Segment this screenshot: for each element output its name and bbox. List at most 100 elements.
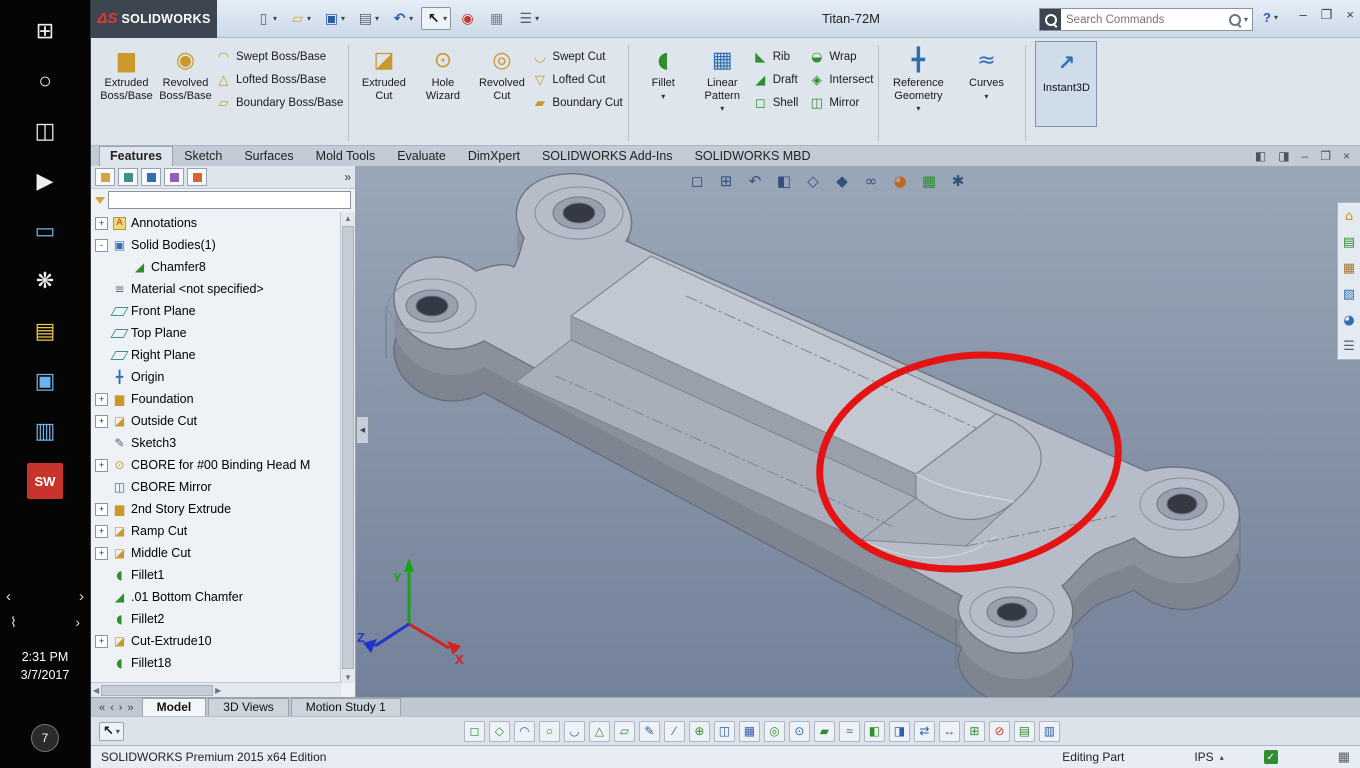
- ribbon-small-button[interactable]: Lofted Cut: [531, 72, 622, 88]
- view-toolbar-icon[interactable]: [717, 172, 735, 190]
- tab-nav-arrow-icon[interactable]: «: [99, 702, 105, 714]
- tree-item[interactable]: Right Plane: [95, 344, 341, 366]
- tree-item[interactable]: + Outside Cut: [95, 410, 341, 432]
- document-control-icon[interactable]: ×: [1343, 149, 1350, 163]
- search-icon[interactable]: [1228, 13, 1241, 26]
- tree-item[interactable]: .01 Bottom Chamfer: [95, 586, 341, 608]
- wifi-icon[interactable]: ⌇: [10, 614, 17, 631]
- tree-item[interactable]: - Solid Bodies(1): [95, 234, 341, 256]
- bottom-toolbar-icon[interactable]: ○: [538, 720, 560, 742]
- ribbon-small-button[interactable]: Swept Boss/Base: [215, 49, 343, 65]
- bottom-toolbar-icon[interactable]: ▱: [613, 720, 635, 742]
- ribbon-small-button[interactable]: Lofted Boss/Base: [215, 72, 343, 88]
- expand-toggle[interactable]: +: [95, 546, 108, 560]
- tab-nav-arrow-icon[interactable]: »: [127, 702, 133, 714]
- document-control-icon[interactable]: –: [1302, 149, 1309, 163]
- minimize-button[interactable]: –: [1300, 7, 1307, 23]
- tree-item[interactable]: Material <not specified>: [95, 278, 341, 300]
- tree-item[interactable]: + Annotations: [95, 212, 341, 234]
- bottom-toolbar-icon[interactable]: ∕: [663, 720, 685, 742]
- view-toolbar-icon[interactable]: [746, 172, 764, 190]
- tree-item[interactable]: + Ramp Cut: [95, 520, 341, 542]
- part-model[interactable]: Y X Z: [356, 166, 1360, 697]
- bottom-toolbar-icon[interactable]: ◇: [488, 720, 510, 742]
- dropdown-caret-icon[interactable]: ▾: [535, 14, 539, 23]
- dropdown-caret-icon[interactable]: ▾: [661, 92, 665, 101]
- tree-item[interactable]: + CBORE for #00 Binding Head M: [95, 454, 341, 476]
- task-pane-icon[interactable]: [1341, 338, 1357, 354]
- toolbar-button[interactable]: ▾: [421, 7, 452, 30]
- ribbon-small-button[interactable]: Intersect: [808, 72, 873, 88]
- dropdown-caret-icon[interactable]: ▾: [916, 104, 920, 113]
- ribbon-large-button[interactable]: Extruded Cut: [354, 41, 413, 145]
- document-tab[interactable]: 3D Views: [208, 698, 289, 716]
- toolbar-button[interactable]: ▾: [251, 7, 281, 30]
- select-tool-button[interactable]: ▾: [99, 721, 124, 741]
- ribbon-tab[interactable]: Evaluate: [386, 146, 457, 166]
- taskbar-app-icon[interactable]: ◫: [0, 106, 90, 156]
- tree-item[interactable]: Fillet18: [95, 652, 341, 674]
- scroll-right-icon[interactable]: ▶: [215, 684, 221, 696]
- document-control-icon[interactable]: ◨: [1278, 149, 1289, 163]
- expand-toggle[interactable]: +: [95, 634, 108, 648]
- ribbon-large-button[interactable]: Hole Wizard: [413, 41, 472, 145]
- ribbon-large-button[interactable]: Reference Geometry ▾: [884, 41, 952, 145]
- ribbon-small-button[interactable]: Rib: [752, 49, 799, 65]
- ribbon-small-button[interactable]: Shell: [752, 95, 799, 111]
- taskbar-clock[interactable]: 2:31 PM 3/7/2017: [0, 648, 90, 684]
- scroll-right-icon[interactable]: ›: [79, 588, 84, 605]
- taskbar-app-icon[interactable]: ▶: [0, 156, 90, 206]
- bottom-toolbar-icon[interactable]: ◨: [888, 720, 910, 742]
- expand-toggle[interactable]: +: [95, 502, 108, 516]
- bottom-toolbar-icon[interactable]: ⇄: [913, 720, 935, 742]
- toolbar-button[interactable]: ▾: [387, 7, 417, 30]
- taskbar-app-icon[interactable]: ▤: [0, 306, 90, 356]
- ribbon-small-button[interactable]: Wrap: [808, 49, 873, 65]
- expand-toggle[interactable]: +: [95, 414, 108, 428]
- tree-item[interactable]: Fillet2: [95, 608, 341, 630]
- dropdown-caret-icon[interactable]: ▾: [116, 727, 120, 736]
- ribbon-small-button[interactable]: Boundary Boss/Base: [215, 95, 343, 111]
- panel-chevron-icon[interactable]: »: [344, 170, 351, 184]
- taskbar-app-icon[interactable]: ⊞: [0, 6, 90, 56]
- tree-filter-input[interactable]: [108, 191, 351, 209]
- view-toolbar-icon[interactable]: [920, 172, 938, 190]
- view-toolbar-icon[interactable]: [891, 172, 909, 190]
- toolbar-button[interactable]: [484, 7, 509, 30]
- task-pane-icon[interactable]: [1341, 312, 1357, 328]
- ribbon-small-button[interactable]: Boundary Cut: [531, 95, 622, 111]
- bottom-toolbar-icon[interactable]: ⊞: [963, 720, 985, 742]
- taskbar-app-icon[interactable]: ▣: [0, 356, 90, 406]
- taskbar-app-icon[interactable]: SW: [0, 456, 90, 506]
- bottom-toolbar-icon[interactable]: ▥: [1038, 720, 1060, 742]
- task-pane-icon[interactable]: [1341, 260, 1357, 276]
- notification-area[interactable]: 7: [0, 724, 90, 752]
- bottom-toolbar-icon[interactable]: ▤: [1013, 720, 1035, 742]
- tree-item[interactable]: + 2nd Story Extrude: [95, 498, 341, 520]
- dimxpert-manager-tab[interactable]: [164, 168, 184, 186]
- ribbon-tab[interactable]: SOLIDWORKS MBD: [684, 146, 822, 166]
- tree-vertical-scrollbar[interactable]: ▲ ▼: [340, 212, 355, 683]
- dropdown-caret-icon[interactable]: ▾: [984, 92, 988, 101]
- view-toolbar-icon[interactable]: [775, 172, 793, 190]
- view-toolbar-icon[interactable]: [949, 172, 967, 190]
- tree-item[interactable]: Chamfer8: [95, 256, 341, 278]
- ribbon-large-button[interactable]: Revolved Cut: [472, 41, 531, 145]
- view-toolbar-icon[interactable]: [862, 172, 880, 190]
- ribbon-tab[interactable]: Sketch: [173, 146, 233, 166]
- unit-system-selector[interactable]: IPS ▴: [1194, 750, 1223, 764]
- chevron-right-icon[interactable]: ›: [75, 614, 80, 631]
- bottom-toolbar-icon[interactable]: ≈: [838, 720, 860, 742]
- dropdown-caret-icon[interactable]: ▾: [307, 14, 311, 23]
- dropdown-caret-icon[interactable]: ▾: [720, 104, 724, 113]
- bottom-toolbar-icon[interactable]: △: [588, 720, 610, 742]
- close-button[interactable]: ×: [1346, 7, 1354, 23]
- bottom-toolbar-icon[interactable]: ▰: [813, 720, 835, 742]
- help-menu[interactable]: ? ▾: [1263, 10, 1278, 25]
- expand-toggle[interactable]: +: [95, 524, 108, 538]
- ribbon-large-button[interactable]: Linear Pattern ▾: [693, 41, 752, 145]
- quick-tips-icon[interactable]: ✓: [1263, 750, 1278, 764]
- tab-nav-arrow-icon[interactable]: ‹: [110, 702, 114, 714]
- property-manager-tab[interactable]: [118, 168, 138, 186]
- ribbon-tab[interactable]: Features: [99, 146, 174, 166]
